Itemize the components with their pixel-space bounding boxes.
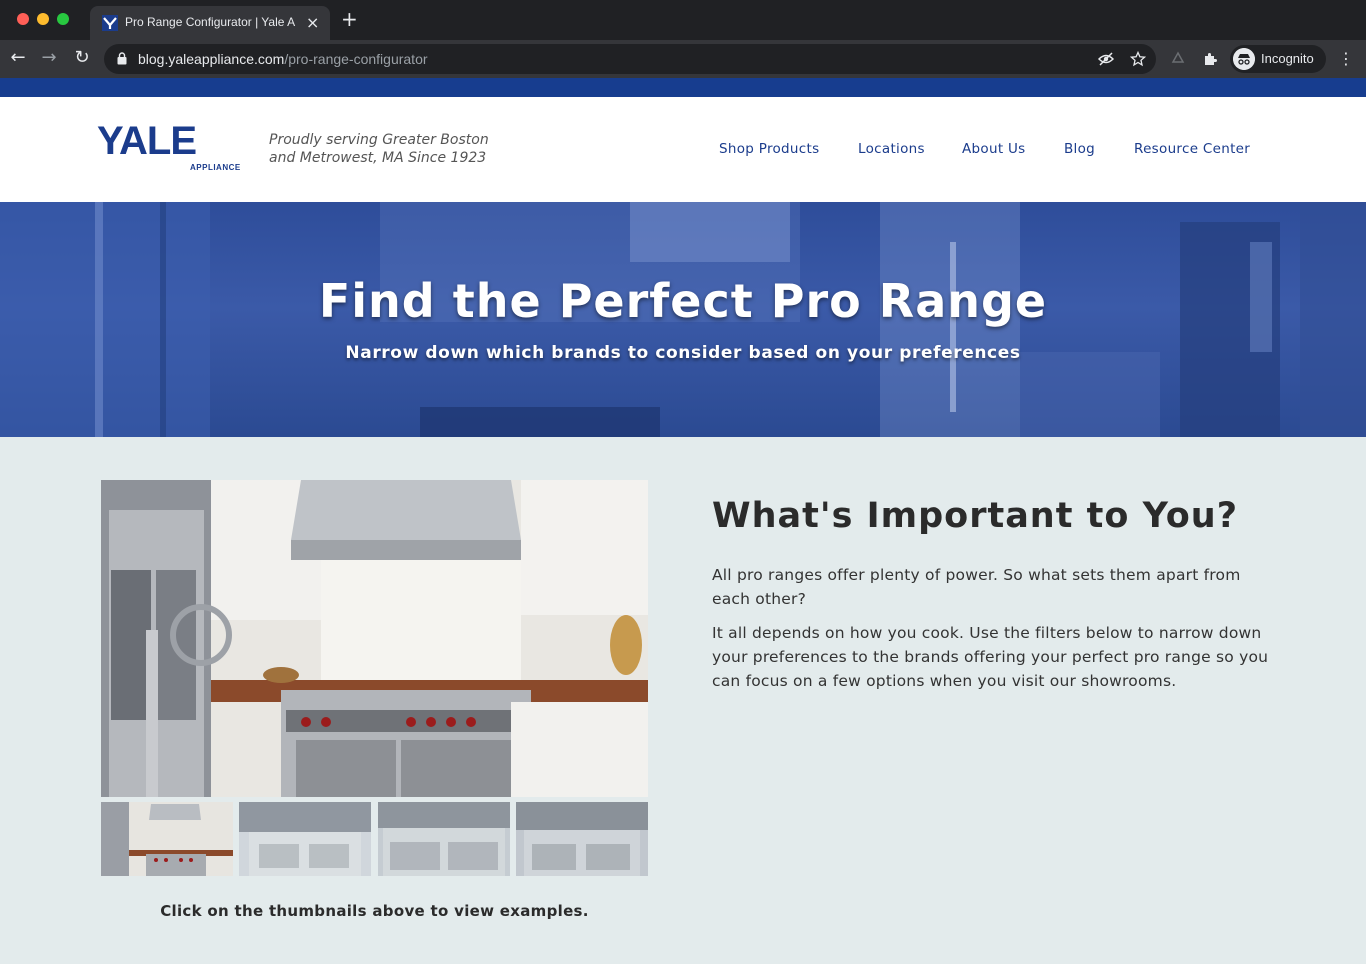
nav-about-us[interactable]: About Us <box>962 141 1026 157</box>
address-bar[interactable]: blog.yaleappliance.com/pro-range-configu… <box>104 44 1156 74</box>
thumbnail-image <box>378 802 510 876</box>
logo-wordmark: YALE <box>97 119 197 163</box>
back-arrow-icon[interactable]: ← <box>7 47 29 69</box>
close-window-button[interactable] <box>17 13 29 25</box>
gallery-thumbnail-1[interactable] <box>101 802 233 876</box>
bookmark-star-icon[interactable] <box>1130 51 1146 67</box>
browser-menu-icon[interactable]: ⋮ <box>1338 49 1354 68</box>
incognito-icon <box>1233 48 1255 70</box>
intro-paragraph-1: All pro ranges offer plenty of power. So… <box>712 566 1241 608</box>
browser-tab[interactable]: Pro Range Configurator | Yale A × <box>90 6 330 40</box>
hero-subtitle: Narrow down which brands to consider bas… <box>345 343 1021 363</box>
reload-icon[interactable]: ↻ <box>71 47 93 69</box>
incognito-profile-button[interactable]: Incognito <box>1230 45 1326 73</box>
extensions-puzzle-icon[interactable] <box>1202 51 1218 67</box>
thumbnail-image <box>101 802 233 876</box>
incognito-label: Incognito <box>1261 51 1314 66</box>
tagline-line-1: Proudly serving Greater Boston <box>269 132 489 148</box>
close-tab-icon[interactable]: × <box>306 13 319 32</box>
gallery-thumbnail-2[interactable] <box>239 802 371 876</box>
browser-toolbar: ← → ↻ blog.yaleappliance.com/pro-range-c… <box>0 40 1366 78</box>
hero-title: Find the Perfect Pro Range <box>318 274 1048 328</box>
tracking-blocked-eye-icon[interactable] <box>1098 51 1114 67</box>
tagline-line-2: and Metrowest, MA Since 1923 <box>269 150 487 167</box>
nav-locations[interactable]: Locations <box>858 141 925 157</box>
thumbnail-image <box>516 802 648 876</box>
intro-paragraph-2: It all depends on how you cook. Use the … <box>712 624 1269 690</box>
url-text: blog.yaleappliance.com/pro-range-configu… <box>138 51 428 67</box>
extension-recycle-icon[interactable] <box>1170 51 1186 67</box>
section-heading: What's Important to You? <box>712 496 1238 536</box>
gallery-caption: Click on the thumbnails above to view ex… <box>160 902 589 920</box>
pro-range-kitchen-photo <box>101 480 648 797</box>
gallery-thumbnail-3[interactable] <box>378 802 510 876</box>
tab-title: Pro Range Configurator | Yale A <box>125 15 296 29</box>
gallery-thumbnail-4[interactable] <box>516 802 648 876</box>
new-tab-icon[interactable]: + <box>341 9 358 29</box>
top-brand-strip <box>0 78 1366 97</box>
minimize-window-button[interactable] <box>37 13 49 25</box>
lock-icon <box>117 52 127 65</box>
thumbnail-image <box>239 802 371 876</box>
yale-favicon-icon <box>102 15 118 31</box>
yale-logo[interactable]: YALE APPLIANCE <box>97 119 251 175</box>
gallery-main-image <box>101 480 648 797</box>
site-header: YALE APPLIANCE Proudly serving Greater B… <box>0 97 1366 202</box>
browser-tab-bar: Pro Range Configurator | Yale A × + <box>0 0 1366 40</box>
nav-resource-center[interactable]: Resource Center <box>1134 141 1250 157</box>
nav-blog[interactable]: Blog <box>1064 141 1095 157</box>
logo-subtext: APPLIANCE <box>190 163 241 172</box>
maximize-window-button[interactable] <box>57 13 69 25</box>
nav-shop-products[interactable]: Shop Products <box>719 141 819 157</box>
site-tagline: Proudly serving Greater Boston and Metro… <box>269 131 499 167</box>
forward-arrow-icon[interactable]: → <box>38 47 60 69</box>
hero-banner: Find the Perfect Pro Range Narrow down w… <box>0 202 1366 437</box>
